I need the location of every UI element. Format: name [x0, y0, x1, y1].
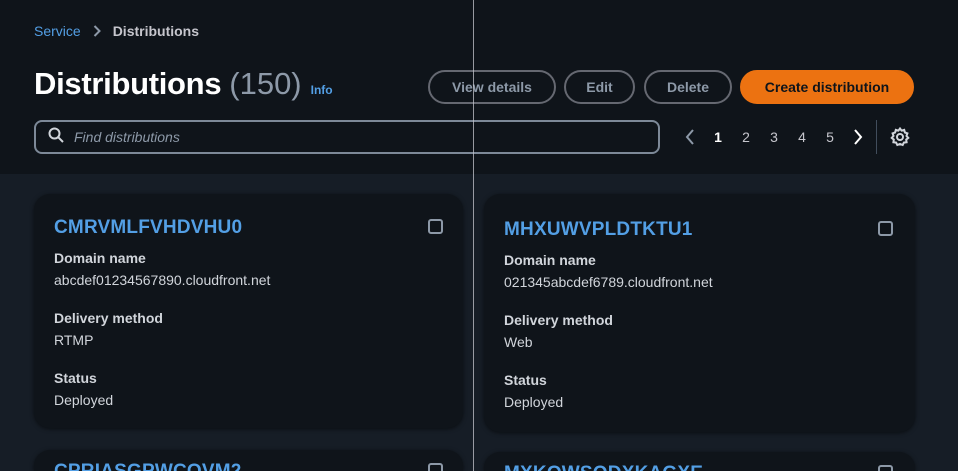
chevron-left-icon[interactable]: [680, 124, 700, 150]
distribution-count: (150): [229, 66, 302, 101]
page-5-button[interactable]: 5: [820, 124, 840, 150]
distribution-card: CPRIASGPWCOVM2: [34, 450, 463, 471]
delivery-method-value: RTMP: [54, 332, 94, 348]
domain-name-label: Domain name: [504, 252, 596, 268]
page-title-row: Distributions (150) Info: [34, 66, 333, 106]
pagination-divider: [876, 120, 877, 154]
create-distribution-button[interactable]: Create distribution: [740, 70, 914, 104]
card-select-checkbox[interactable]: [428, 463, 443, 471]
domain-name-label: Domain name: [54, 250, 146, 266]
page-1-button[interactable]: 1: [708, 124, 728, 150]
page-4-button[interactable]: 4: [792, 124, 812, 150]
vertical-guide-line: [473, 0, 474, 471]
status-value: Deployed: [504, 394, 564, 410]
search-icon: [48, 127, 64, 148]
delete-button[interactable]: Delete: [644, 70, 732, 104]
search-field[interactable]: [34, 120, 660, 154]
view-details-button[interactable]: View details: [428, 70, 556, 104]
delivery-method-label: Delivery method: [504, 312, 613, 328]
chevron-right-icon[interactable]: [848, 124, 868, 150]
distribution-id-link[interactable]: MXKOWSQDXKAGXE: [504, 463, 703, 471]
distribution-card: MXKOWSQDXKAGXE: [484, 452, 915, 471]
card-select-checkbox[interactable]: [428, 219, 443, 234]
breadcrumb: Service Distributions: [34, 22, 199, 40]
domain-name-value: 021345abcdef6789.cloudfront.net: [504, 274, 713, 290]
distribution-id-link[interactable]: CMRVMLFVHDVHU0: [54, 217, 242, 239]
status-value: Deployed: [54, 392, 114, 408]
status-label: Status: [504, 372, 547, 388]
distribution-id-link[interactable]: CPRIASGPWCOVM2: [54, 461, 242, 471]
breadcrumb-current: Distributions: [112, 23, 200, 39]
search-input[interactable]: [74, 129, 614, 145]
page-header: Service Distributions Distributions (150…: [0, 0, 958, 174]
chevron-right-icon: [93, 25, 101, 37]
delivery-method-value: Web: [504, 334, 533, 350]
edit-button[interactable]: Edit: [564, 70, 635, 104]
delivery-method-label: Delivery method: [54, 310, 163, 326]
distribution-card: MHXUWVPLDTKTU1 Domain name 021345abcdef6…: [484, 194, 915, 432]
domain-name-value: abcdef01234567890.cloudfront.net: [54, 272, 271, 288]
distribution-card: CMRVMLFVHDVHU0 Domain name abcdef0123456…: [34, 194, 463, 428]
page-2-button[interactable]: 2: [736, 124, 756, 150]
breadcrumb-service-link[interactable]: Service: [34, 23, 81, 39]
info-link[interactable]: Info: [311, 83, 333, 97]
page-title: Distributions: [34, 66, 222, 101]
card-select-checkbox[interactable]: [878, 465, 893, 471]
card-select-checkbox[interactable]: [878, 221, 893, 236]
distribution-id-link[interactable]: MHXUWVPLDTKTU1: [504, 219, 693, 241]
status-label: Status: [54, 370, 97, 386]
page-3-button[interactable]: 3: [764, 124, 784, 150]
gear-icon[interactable]: [890, 126, 910, 147]
